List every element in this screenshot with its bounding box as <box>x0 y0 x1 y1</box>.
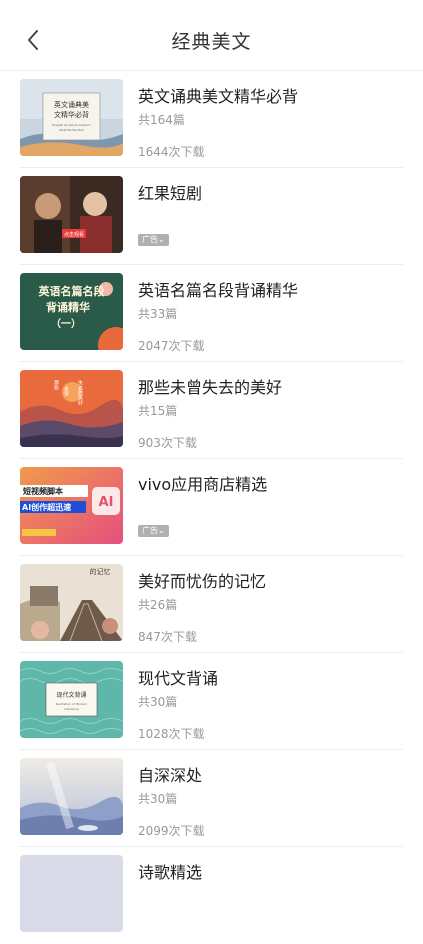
svg-text:背诵精华: 背诵精华 <box>46 300 90 314</box>
page-title: 经典美文 <box>171 30 252 53</box>
list-item[interactable]: 英文诵典美 文精华必背 English Scripture Classics M… <box>0 71 423 168</box>
svg-text:文精华必背: 文精华必背 <box>54 110 89 119</box>
cover-image: 点击观看 <box>20 176 123 253</box>
item-downloads: 1028次下载 <box>138 727 205 741</box>
svg-text:AI创作超迅速: AI创作超迅速 <box>22 502 71 512</box>
item-title: 诗歌精选 <box>138 863 203 882</box>
svg-text:AI: AI <box>99 495 114 510</box>
list-item-ad[interactable]: 点击观看 红果短剧 广告⌄ <box>0 168 423 265</box>
svg-text:短视频脚本: 短视频脚本 <box>23 486 63 496</box>
item-title: vivo应用商店精选 <box>138 475 268 494</box>
item-title: 英文诵典美文精华必背 <box>138 87 299 106</box>
list-item-ad[interactable]: 短视频脚本 AI创作超迅速 AI vivo应用商店精选 广告⌄ <box>0 459 423 556</box>
svg-text:点击观看: 点击观看 <box>64 231 84 238</box>
svg-text:未曾: 未曾 <box>63 385 69 397</box>
item-count: 共26篇 <box>138 598 178 612</box>
header: 经典美文 <box>0 10 423 70</box>
back-button[interactable] <box>22 28 46 52</box>
item-downloads: 1644次下载 <box>138 145 205 159</box>
cover-image <box>20 758 123 835</box>
item-title: 现代文背诵 <box>138 669 219 688</box>
article-list: 英文诵典美 文精华必背 English Scripture Classics M… <box>0 71 423 944</box>
ad-badge: 广告⌄ <box>138 234 169 246</box>
item-title: 红果短剧 <box>138 184 203 203</box>
item-downloads: 2047次下载 <box>138 339 205 353</box>
item-downloads: 2099次下载 <box>138 824 205 838</box>
list-item[interactable]: 失去的美好 那些 未曾 那些未曾失去的美好 共15篇 903次下载 <box>0 362 423 459</box>
svg-text:英文诵典美: 英文诵典美 <box>54 100 89 109</box>
item-count: 共30篇 <box>138 695 178 709</box>
list-item[interactable]: 自深深处 共30篇 2099次下载 <box>0 750 423 847</box>
list-item[interactable]: 现代文背诵 Recitation of Modern Literature 现代… <box>0 653 423 750</box>
chevron-down-icon: ⌄ <box>158 526 165 535</box>
item-count: 共30篇 <box>138 792 178 806</box>
chevron-down-icon: ⌄ <box>158 235 165 244</box>
cover-image <box>20 855 123 932</box>
cover-image: 短视频脚本 AI创作超迅速 AI <box>20 467 123 544</box>
cover-image: 的记忆 <box>20 564 123 641</box>
svg-text:失去的美好: 失去的美好 <box>77 379 83 406</box>
list-item[interactable]: 的记忆 美好而忧伤的记忆 共26篇 847次下载 <box>0 556 423 653</box>
svg-text:Literature: Literature <box>64 707 79 711</box>
list-item[interactable]: 英语名篇名段 背诵精华 （一） 英语名篇名段背诵精华 共33篇 2047次下载 <box>0 265 423 362</box>
svg-text:Recitation of Modern: Recitation of Modern <box>56 702 87 706</box>
item-title: 自深深处 <box>138 766 203 785</box>
item-count: 共164篇 <box>138 113 185 127</box>
cover-image: 失去的美好 那些 未曾 <box>20 370 123 447</box>
list-item[interactable]: 诗歌精选 <box>0 847 423 944</box>
chevron-left-icon <box>28 30 38 50</box>
svg-text:（一）: （一） <box>51 317 81 330</box>
item-downloads: 903次下载 <box>138 436 197 450</box>
item-count: 共33篇 <box>138 307 178 321</box>
cover-image: 现代文背诵 Recitation of Modern Literature <box>20 661 123 738</box>
status-bar <box>0 0 423 10</box>
svg-text:的记忆: 的记忆 <box>90 567 111 576</box>
cover-image: 英文诵典美 文精华必背 English Scripture Classics M… <box>20 79 123 156</box>
svg-text:现代文背诵: 现代文背诵 <box>56 691 86 699</box>
ad-badge: 广告⌄ <box>138 525 169 537</box>
item-title: 那些未曾失去的美好 <box>138 378 283 397</box>
cover-image: 英语名篇名段 背诵精华 （一） <box>20 273 123 350</box>
item-downloads: 847次下载 <box>138 630 197 644</box>
svg-text:那些: 那些 <box>53 379 59 390</box>
item-count: 共15篇 <box>138 404 178 418</box>
svg-text:Must Be Recited: Must Be Recited <box>59 128 83 132</box>
item-title: 美好而忧伤的记忆 <box>138 572 267 591</box>
svg-text:英语名篇名段: 英语名篇名段 <box>38 284 105 298</box>
item-title: 英语名篇名段背诵精华 <box>138 281 299 300</box>
svg-text:English Scripture Classics: English Scripture Classics <box>52 123 91 127</box>
